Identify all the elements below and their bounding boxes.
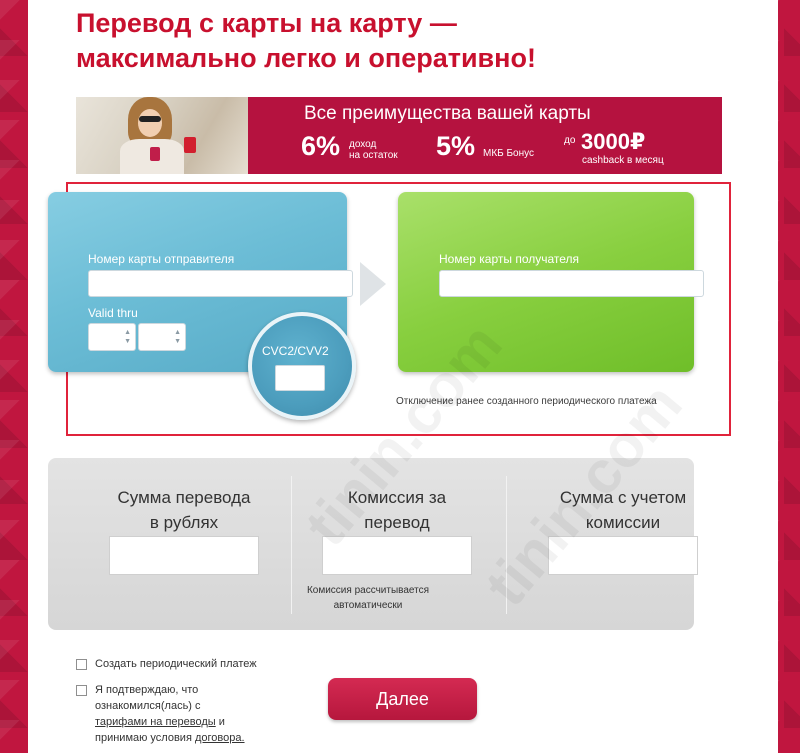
- periodic-payment-checkbox[interactable]: [76, 659, 87, 670]
- promo-bonus-value: 5%: [436, 131, 476, 161]
- promo-cashback-label: cashback в месяц: [582, 155, 664, 166]
- agree-terms-text: Я подтверждаю, что ознакомился(лась) с т…: [95, 684, 245, 744]
- amount-input[interactable]: [109, 536, 259, 575]
- fee-note: Комиссия рассчитывается автоматически: [306, 585, 430, 611]
- receiver-card-number-label: Номер карты получателя: [439, 252, 580, 266]
- agree-terms-checkbox[interactable]: [76, 685, 87, 696]
- tariffs-link[interactable]: тарифами на переводы: [95, 716, 216, 728]
- arrow-right-icon: [360, 262, 386, 306]
- cvc-label: CVC2/CVV2: [262, 344, 329, 358]
- calc-divider: [506, 476, 507, 614]
- page-title-line-2: максимально легко и оперативно!: [76, 43, 536, 73]
- page-content: Перевод с карты на карту — максимально л…: [28, 0, 778, 753]
- banner-title: Все преимущества вашей карты: [304, 103, 591, 124]
- total-input: [548, 536, 698, 575]
- total-title: Сумма с учетом комиссии: [559, 488, 687, 532]
- valid-thru-label: Valid thru: [88, 306, 138, 320]
- promo-cashback-prefix: до: [564, 135, 576, 146]
- promo-income-value: 6%: [301, 131, 341, 161]
- cvc-input[interactable]: [275, 365, 325, 391]
- spinner-arrows-icon: ▲ ▼: [124, 329, 131, 345]
- expiry-month-spinner[interactable]: ▲ ▼: [88, 323, 136, 351]
- fee-input: [322, 536, 472, 575]
- page-title-line-1: Перевод с карты на карту —: [76, 8, 457, 38]
- banner-photo: [76, 97, 248, 174]
- promo-banner[interactable]: Все преимущества вашей карты 6% доход на…: [76, 97, 722, 174]
- sender-card-number-label: Номер карты отправителя: [88, 252, 235, 266]
- periodic-payment-label: Создать периодический платеж: [95, 658, 257, 670]
- promo-bonus-label: МКБ Бонус: [483, 148, 535, 159]
- cancel-periodic-payment-link[interactable]: Отключение ранее созданного периодическо…: [396, 396, 657, 407]
- receiver-card-number-input[interactable]: [439, 270, 704, 297]
- promo-income-label: доход на остаток: [349, 139, 398, 161]
- promo-cashback-value: 3000₽: [581, 129, 646, 154]
- amount-title: Сумма перевода в рублях: [117, 488, 251, 532]
- spinner-arrows-icon: ▲ ▼: [174, 329, 181, 345]
- sender-card-number-input[interactable]: [88, 270, 353, 297]
- next-button[interactable]: Далее: [328, 678, 477, 720]
- contract-link[interactable]: договора.: [195, 732, 245, 744]
- page-title: Перевод с карты на карту — максимально л…: [76, 6, 716, 76]
- expiry-year-spinner[interactable]: ▲ ▼: [138, 323, 186, 351]
- fee-title: Комиссия за перевод: [347, 488, 447, 532]
